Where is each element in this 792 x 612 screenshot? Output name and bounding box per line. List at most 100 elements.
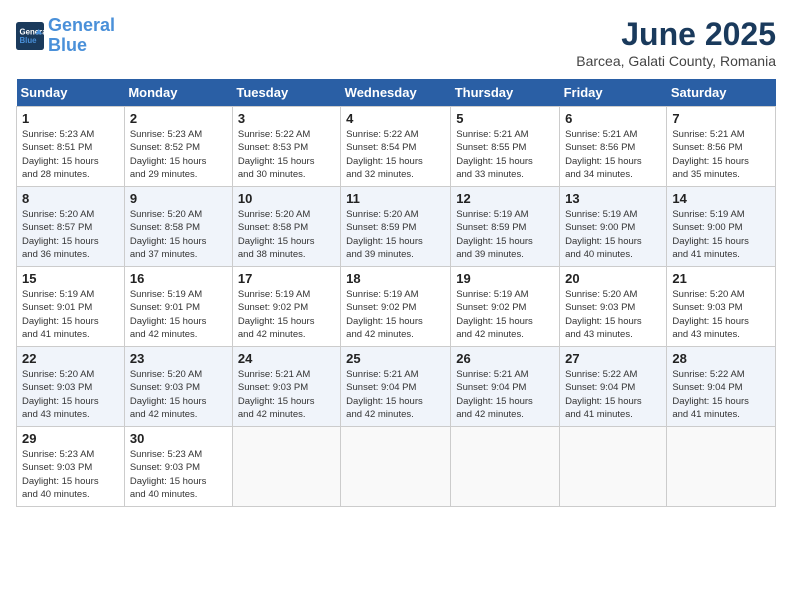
calendar-cell: 29 Sunrise: 5:23 AM Sunset: 9:03 PM Dayli… xyxy=(17,427,125,507)
day-number: 30 xyxy=(130,431,227,446)
day-info: Sunrise: 5:21 AM Sunset: 9:04 PM Dayligh… xyxy=(456,368,554,421)
day-info: Sunrise: 5:19 AM Sunset: 9:01 PM Dayligh… xyxy=(130,288,227,341)
calendar-cell: 17 Sunrise: 5:19 AM Sunset: 9:02 PM Dayli… xyxy=(232,267,340,347)
day-info: Sunrise: 5:20 AM Sunset: 9:03 PM Dayligh… xyxy=(565,288,661,341)
calendar-week-row: 29 Sunrise: 5:23 AM Sunset: 9:03 PM Dayli… xyxy=(17,427,776,507)
calendar-cell: 3 Sunrise: 5:22 AM Sunset: 8:53 PM Daylig… xyxy=(232,107,340,187)
day-info: Sunrise: 5:19 AM Sunset: 8:59 PM Dayligh… xyxy=(456,208,554,261)
day-info: Sunrise: 5:22 AM Sunset: 9:04 PM Dayligh… xyxy=(565,368,661,421)
day-number: 26 xyxy=(456,351,554,366)
day-number: 19 xyxy=(456,271,554,286)
day-number: 27 xyxy=(565,351,661,366)
day-info: Sunrise: 5:23 AM Sunset: 8:52 PM Dayligh… xyxy=(130,128,227,181)
day-number: 2 xyxy=(130,111,227,126)
day-number: 9 xyxy=(130,191,227,206)
day-of-week-header: Thursday xyxy=(451,79,560,107)
calendar-cell: 20 Sunrise: 5:20 AM Sunset: 9:03 PM Dayli… xyxy=(560,267,667,347)
calendar-cell: 23Sunrise: 5:20 AM Sunset: 9:03 PM Dayli… xyxy=(124,347,232,427)
day-info: Sunrise: 5:21 AM Sunset: 9:03 PM Dayligh… xyxy=(238,368,335,421)
day-number: 22 xyxy=(22,351,119,366)
calendar-week-row: 15 Sunrise: 5:19 AM Sunset: 9:01 PM Dayli… xyxy=(17,267,776,347)
day-number: 5 xyxy=(456,111,554,126)
day-of-week-header: Tuesday xyxy=(232,79,340,107)
day-number: 25 xyxy=(346,351,445,366)
day-info: Sunrise: 5:21 AM Sunset: 8:56 PM Dayligh… xyxy=(672,128,770,181)
day-number: 29 xyxy=(22,431,119,446)
day-of-week-header: Monday xyxy=(124,79,232,107)
day-number: 21 xyxy=(672,271,770,286)
logo-icon: General Blue xyxy=(16,22,44,50)
svg-text:Blue: Blue xyxy=(20,36,38,45)
day-number: 24 xyxy=(238,351,335,366)
calendar-cell: 13 Sunrise: 5:19 AM Sunset: 9:00 PM Dayli… xyxy=(560,187,667,267)
calendar-cell xyxy=(560,427,667,507)
calendar-cell: 27 Sunrise: 5:22 AM Sunset: 9:04 PM Dayli… xyxy=(560,347,667,427)
day-of-week-header: Saturday xyxy=(667,79,776,107)
day-info: Sunrise: 5:19 AM Sunset: 9:02 PM Dayligh… xyxy=(346,288,445,341)
day-info: Sunrise: 5:20 AM Sunset: 9:03 PM Dayligh… xyxy=(672,288,770,341)
title-area: June 2025 Barcea, Galati County, Romania xyxy=(576,16,776,69)
day-number: 3 xyxy=(238,111,335,126)
calendar-cell: 21 Sunrise: 5:20 AM Sunset: 9:03 PM Dayli… xyxy=(667,267,776,347)
calendar-body: 1Sunrise: 5:23 AM Sunset: 8:51 PM Daylig… xyxy=(17,107,776,507)
calendar-cell: 5 Sunrise: 5:21 AM Sunset: 8:55 PM Daylig… xyxy=(451,107,560,187)
logo: General Blue GeneralBlue xyxy=(16,16,115,56)
day-number: 11 xyxy=(346,191,445,206)
calendar-cell: 8Sunrise: 5:20 AM Sunset: 8:57 PM Daylig… xyxy=(17,187,125,267)
calendar-cell: 26 Sunrise: 5:21 AM Sunset: 9:04 PM Dayli… xyxy=(451,347,560,427)
day-number: 13 xyxy=(565,191,661,206)
day-info: Sunrise: 5:20 AM Sunset: 9:03 PM Dayligh… xyxy=(130,368,227,421)
calendar-cell: 9 Sunrise: 5:20 AM Sunset: 8:58 PM Daylig… xyxy=(124,187,232,267)
day-number: 20 xyxy=(565,271,661,286)
day-number: 15 xyxy=(22,271,119,286)
calendar-cell: 24 Sunrise: 5:21 AM Sunset: 9:03 PM Dayli… xyxy=(232,347,340,427)
day-info: Sunrise: 5:21 AM Sunset: 8:55 PM Dayligh… xyxy=(456,128,554,181)
day-info: Sunrise: 5:19 AM Sunset: 9:00 PM Dayligh… xyxy=(565,208,661,261)
day-info: Sunrise: 5:19 AM Sunset: 9:02 PM Dayligh… xyxy=(456,288,554,341)
day-info: Sunrise: 5:23 AM Sunset: 9:03 PM Dayligh… xyxy=(22,448,119,501)
day-info: Sunrise: 5:22 AM Sunset: 8:53 PM Dayligh… xyxy=(238,128,335,181)
logo-name: GeneralBlue xyxy=(48,16,115,56)
calendar-cell: 10 Sunrise: 5:20 AM Sunset: 8:58 PM Dayli… xyxy=(232,187,340,267)
day-number: 28 xyxy=(672,351,770,366)
calendar-cell: 11 Sunrise: 5:20 AM Sunset: 8:59 PM Dayli… xyxy=(341,187,451,267)
day-info: Sunrise: 5:21 AM Sunset: 9:04 PM Dayligh… xyxy=(346,368,445,421)
day-of-week-header: Wednesday xyxy=(341,79,451,107)
day-info: Sunrise: 5:21 AM Sunset: 8:56 PM Dayligh… xyxy=(565,128,661,181)
header: General Blue GeneralBlue June 2025 Barce… xyxy=(16,16,776,69)
calendar-title: June 2025 xyxy=(576,16,776,53)
day-info: Sunrise: 5:19 AM Sunset: 9:02 PM Dayligh… xyxy=(238,288,335,341)
day-of-week-header: Sunday xyxy=(17,79,125,107)
calendar-cell: 2 Sunrise: 5:23 AM Sunset: 8:52 PM Daylig… xyxy=(124,107,232,187)
calendar-cell: 19 Sunrise: 5:19 AM Sunset: 9:02 PM Dayli… xyxy=(451,267,560,347)
day-number: 16 xyxy=(130,271,227,286)
day-number: 8 xyxy=(22,191,119,206)
day-number: 6 xyxy=(565,111,661,126)
calendar-cell: 30Sunrise: 5:23 AM Sunset: 9:03 PM Dayli… xyxy=(124,427,232,507)
day-info: Sunrise: 5:23 AM Sunset: 8:51 PM Dayligh… xyxy=(22,128,119,181)
day-number: 14 xyxy=(672,191,770,206)
day-info: Sunrise: 5:19 AM Sunset: 9:00 PM Dayligh… xyxy=(672,208,770,261)
calendar-week-row: 22 Sunrise: 5:20 AM Sunset: 9:03 PM Dayli… xyxy=(17,347,776,427)
day-info: Sunrise: 5:20 AM Sunset: 8:58 PM Dayligh… xyxy=(238,208,335,261)
calendar-cell: 1Sunrise: 5:23 AM Sunset: 8:51 PM Daylig… xyxy=(17,107,125,187)
day-info: Sunrise: 5:20 AM Sunset: 8:58 PM Dayligh… xyxy=(130,208,227,261)
calendar-week-row: 1Sunrise: 5:23 AM Sunset: 8:51 PM Daylig… xyxy=(17,107,776,187)
calendar-cell: 22Sunrise: 5:20 AM Sunset: 9:03 PM Dayli… xyxy=(17,347,125,427)
calendar-cell: 7 Sunrise: 5:21 AM Sunset: 8:56 PM Daylig… xyxy=(667,107,776,187)
day-number: 10 xyxy=(238,191,335,206)
calendar-cell: 28Sunrise: 5:22 AM Sunset: 9:04 PM Dayli… xyxy=(667,347,776,427)
day-of-week-header: Friday xyxy=(560,79,667,107)
day-number: 7 xyxy=(672,111,770,126)
day-number: 17 xyxy=(238,271,335,286)
day-info: Sunrise: 5:20 AM Sunset: 8:59 PM Dayligh… xyxy=(346,208,445,261)
day-number: 4 xyxy=(346,111,445,126)
day-info: Sunrise: 5:19 AM Sunset: 9:01 PM Dayligh… xyxy=(22,288,119,341)
calendar-cell xyxy=(667,427,776,507)
calendar-table: SundayMondayTuesdayWednesdayThursdayFrid… xyxy=(16,79,776,507)
day-number: 12 xyxy=(456,191,554,206)
calendar-cell: 6 Sunrise: 5:21 AM Sunset: 8:56 PM Daylig… xyxy=(560,107,667,187)
calendar-cell xyxy=(451,427,560,507)
calendar-cell: 15 Sunrise: 5:19 AM Sunset: 9:01 PM Dayli… xyxy=(17,267,125,347)
day-number: 18 xyxy=(346,271,445,286)
